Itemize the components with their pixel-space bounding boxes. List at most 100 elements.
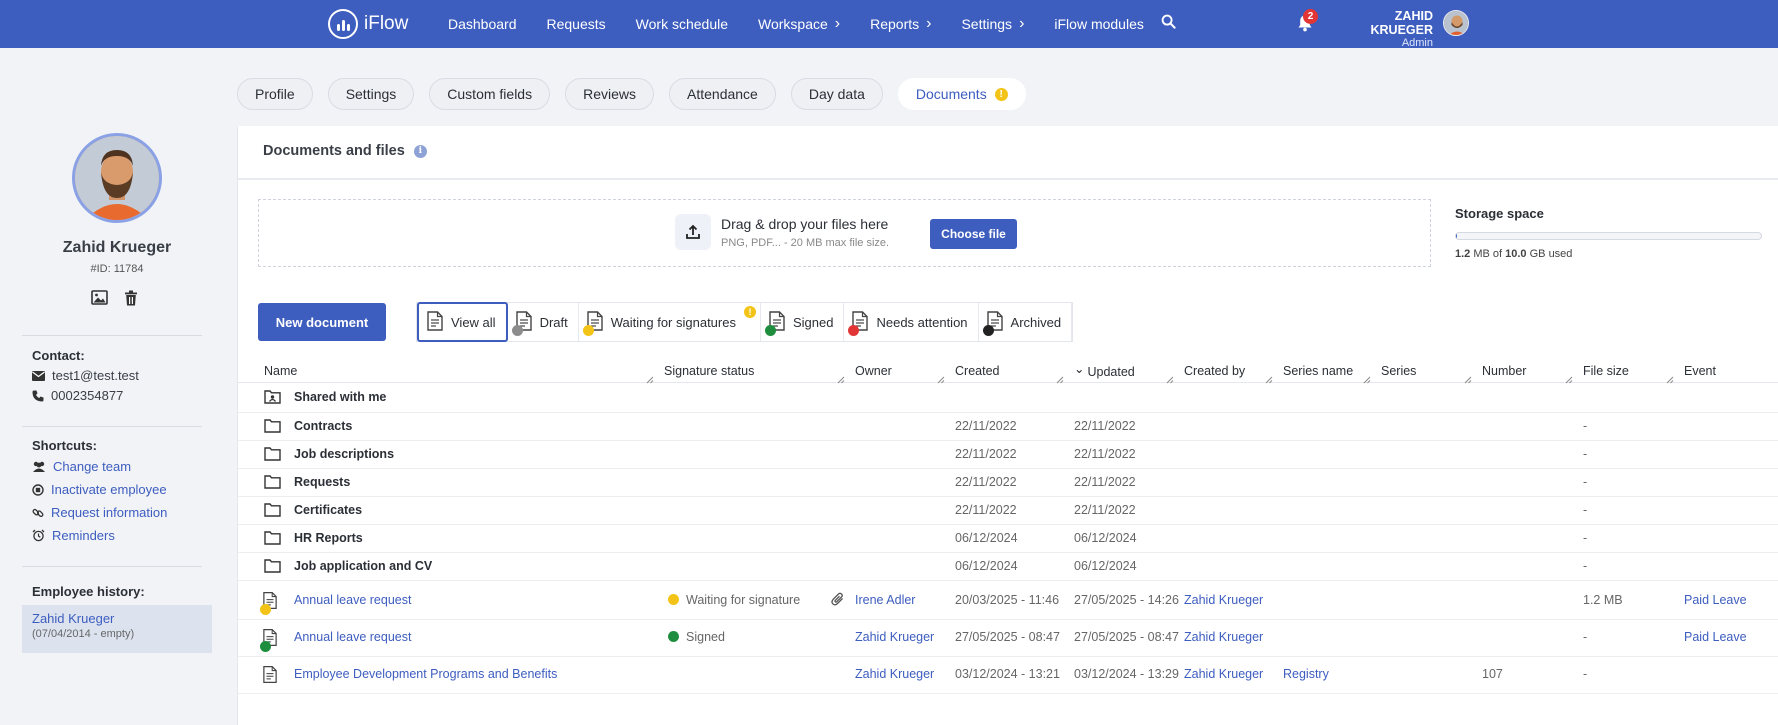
- column-resize-handle[interactable]: [1464, 372, 1472, 384]
- filter-archived[interactable]: Archived: [978, 303, 1073, 341]
- column-resize-handle[interactable]: [1666, 372, 1674, 384]
- column-header-signature-status[interactable]: Signature status: [664, 364, 754, 378]
- folder-row[interactable]: Shared with me: [238, 383, 1778, 413]
- contact-heading: Contact:: [32, 348, 85, 363]
- column-header-created[interactable]: Created: [955, 364, 999, 378]
- column-resize-handle[interactable]: [937, 372, 945, 384]
- tab-attendance[interactable]: Attendance: [669, 78, 776, 110]
- column-resize-handle[interactable]: [1363, 372, 1371, 384]
- folder-icon: [264, 502, 281, 522]
- folder-row[interactable]: Contracts 22/11/2022 22/11/2022 -: [238, 413, 1778, 441]
- status-badge-icon: [582, 325, 594, 336]
- filter-signed[interactable]: Signed: [760, 303, 845, 341]
- column-resize-handle[interactable]: [1166, 372, 1174, 384]
- search-icon[interactable]: [1161, 14, 1176, 29]
- filter-needs-attention[interactable]: Needs attention: [844, 303, 979, 341]
- choose-file-button[interactable]: Choose file: [930, 219, 1017, 249]
- file-size: -: [1583, 475, 1588, 489]
- tab-day-data[interactable]: Day data: [790, 78, 883, 110]
- column-header-event[interactable]: Event: [1684, 364, 1716, 378]
- tab-reviews[interactable]: Reviews: [565, 78, 654, 110]
- folder-row[interactable]: Requests 22/11/2022 22/11/2022 -: [238, 469, 1778, 497]
- chevron-right-icon: ›: [926, 15, 932, 32]
- shortcut-reminders[interactable]: Reminders: [32, 528, 115, 543]
- document-row[interactable]: Annual leave request Signed Zahid Krueger 2…: [238, 620, 1778, 657]
- user-avatar[interactable]: [1443, 10, 1469, 36]
- column-header-owner[interactable]: Owner: [855, 364, 892, 378]
- owner-link[interactable]: Zahid Krueger: [855, 630, 934, 644]
- column-header-name[interactable]: Name: [264, 364, 297, 378]
- nav-item-work-schedule[interactable]: Work schedule: [636, 16, 728, 32]
- document-icon: [260, 628, 279, 652]
- series-name: Registry: [1283, 667, 1329, 681]
- column-resize-handle[interactable]: [1056, 372, 1064, 384]
- nav-item-workspace[interactable]: Workspace ›: [758, 15, 840, 33]
- document-icon: [260, 591, 279, 615]
- new-document-button[interactable]: New document: [258, 303, 386, 341]
- folder-row[interactable]: Certificates 22/11/2022 22/11/2022 -: [238, 497, 1778, 525]
- iflow-logo[interactable]: iFlow: [328, 9, 408, 39]
- filter-label: Draft: [539, 314, 568, 330]
- tab-profile[interactable]: Profile: [237, 78, 313, 110]
- document-row[interactable]: Annual leave request Waiting for signatur…: [238, 583, 1778, 620]
- column-header-file-size[interactable]: File size: [1583, 364, 1629, 378]
- folder-row[interactable]: Job application and CV 06/12/2024 06/12/20…: [238, 553, 1778, 581]
- shortcut-request-information[interactable]: Request information: [32, 505, 167, 520]
- logo-icon: [328, 9, 358, 39]
- nav-item-dashboard[interactable]: Dashboard: [448, 16, 517, 32]
- delete-photo-icon[interactable]: [124, 290, 138, 306]
- tab-custom-fields[interactable]: Custom fields: [429, 78, 551, 110]
- column-header-label: Updated: [1087, 365, 1135, 379]
- folder-row[interactable]: Job descriptions 22/11/2022 22/11/2022 -: [238, 441, 1778, 469]
- status-badge-icon: [848, 325, 860, 336]
- column-header-created-by[interactable]: Created by: [1184, 364, 1245, 378]
- paperclip-icon[interactable]: [831, 592, 847, 612]
- filter-label: Signed: [792, 314, 834, 330]
- document-icon: [982, 311, 1003, 336]
- nav-item-iflow-modules[interactable]: iFlow modules: [1054, 16, 1143, 32]
- document-icon: [263, 665, 279, 685]
- created-by-link[interactable]: Zahid Krueger: [1184, 630, 1263, 644]
- created-by-link[interactable]: Zahid Krueger: [1184, 593, 1263, 607]
- column-header-series[interactable]: Series: [1381, 364, 1416, 378]
- filter-view-all[interactable]: View all: [417, 302, 508, 342]
- updated-date: 06/12/2024: [1074, 559, 1137, 573]
- nav-item-requests[interactable]: Requests: [547, 16, 606, 32]
- event-link[interactable]: Paid Leave: [1684, 593, 1747, 607]
- column-resize-handle[interactable]: [1565, 372, 1573, 384]
- filter-waiting-for-signatures[interactable]: Waiting for signatures!: [578, 303, 761, 341]
- column-resize-handle[interactable]: [646, 372, 654, 384]
- document-name-link[interactable]: Annual leave request: [294, 593, 411, 607]
- column-resize-handle[interactable]: [837, 372, 845, 384]
- users-icon: [33, 461, 45, 472]
- nav-item-settings[interactable]: Settings ›: [961, 15, 1024, 33]
- column-resize-handle[interactable]: [1265, 372, 1273, 384]
- owner-link[interactable]: Irene Adler: [855, 593, 915, 607]
- file-dropzone[interactable]: Drag & drop your files here PNG, PDF... …: [258, 199, 1431, 267]
- filter-draft[interactable]: Draft: [507, 303, 579, 341]
- column-header-updated[interactable]: ⌄ Updated: [1074, 362, 1135, 379]
- shortcut-inactivate-employee[interactable]: Inactivate employee: [32, 482, 167, 497]
- document-row[interactable]: Employee Development Programs and Benefi…: [238, 657, 1778, 694]
- user-menu[interactable]: ZAHID KRUEGER Admin: [1330, 9, 1433, 49]
- shortcut-change-team[interactable]: Change team: [32, 459, 131, 474]
- document-number: 107: [1482, 667, 1503, 681]
- folder-name: Job application and CV: [294, 559, 433, 573]
- info-icon[interactable]: i: [413, 144, 427, 158]
- folder-name: HR Reports: [294, 531, 363, 545]
- owner-link[interactable]: Zahid Krueger: [855, 667, 934, 681]
- change-photo-icon[interactable]: [91, 290, 108, 305]
- nav-item-reports[interactable]: Reports ›: [870, 15, 931, 33]
- updated-date: 22/11/2022: [1074, 419, 1136, 433]
- column-header-series-name[interactable]: Series name: [1283, 364, 1353, 378]
- tab-documents[interactable]: Documents!: [897, 78, 1026, 110]
- created-by-link[interactable]: Zahid Krueger: [1184, 667, 1263, 681]
- event-link[interactable]: Paid Leave: [1684, 630, 1747, 644]
- column-header-label: Name: [264, 364, 298, 378]
- employee-history-item[interactable]: Zahid Krueger (07/04/2014 - empty): [22, 605, 212, 653]
- document-name-link[interactable]: Employee Development Programs and Benefi…: [294, 667, 557, 681]
- document-name-link[interactable]: Annual leave request: [294, 630, 411, 644]
- tab-settings[interactable]: Settings: [327, 78, 415, 110]
- column-header-number[interactable]: Number: [1482, 364, 1526, 378]
- folder-row[interactable]: HR Reports 06/12/2024 06/12/2024 -: [238, 525, 1778, 553]
